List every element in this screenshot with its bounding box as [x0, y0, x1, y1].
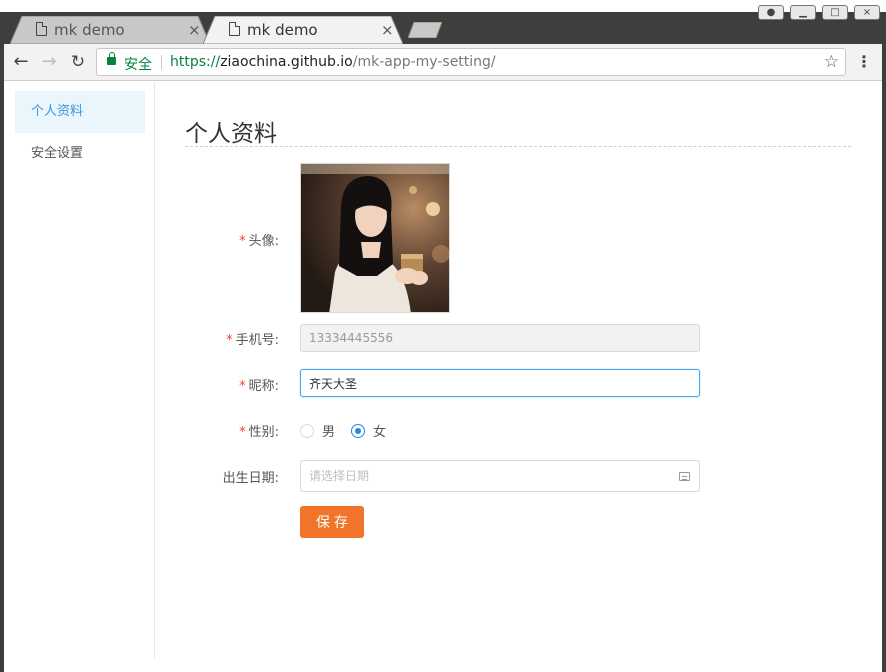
nickname-label-text: 昵称: — [248, 379, 279, 394]
gender-option-female[interactable]: 女 — [351, 421, 386, 440]
gender-option-male[interactable]: 男 — [300, 421, 335, 440]
phone-label-text: 手机号: — [235, 333, 279, 348]
forward-arrow-icon[interactable]: → — [38, 51, 60, 73]
avatar[interactable] — [300, 163, 450, 313]
reload-icon[interactable]: ↻ — [67, 51, 89, 73]
url-scheme: https:// — [170, 54, 221, 70]
browser-toolbar: ← → ↻ 安全 https://ziaochina.github.io/mk-… — [4, 44, 882, 81]
required-mark: * — [226, 333, 233, 348]
secure-label: 安全 — [124, 57, 152, 73]
page-icon — [229, 22, 240, 36]
profile-icon[interactable]: ● — [758, 5, 784, 20]
page-title: 个人资料 — [185, 121, 277, 147]
profile-form-area: 个人资料 * 头像: * 手机号: 13334445556 * 昵称: 齐天大圣… — [155, 82, 882, 658]
radio-button[interactable] — [351, 423, 366, 438]
close-tab-icon[interactable]: × — [381, 21, 394, 39]
calendar-icon[interactable] — [679, 472, 690, 481]
avatar-label-text: 头像: — [248, 234, 279, 249]
address-bar[interactable]: 安全 https://ziaochina.github.io/mk-app-my… — [96, 48, 846, 76]
url-host: ziaochina.github.io — [220, 54, 353, 70]
required-mark: * — [239, 425, 246, 440]
page-icon — [36, 22, 47, 36]
sidebar: 个人资料 安全设置 — [4, 82, 155, 658]
tab-title: mk demo — [247, 21, 318, 39]
required-mark: * — [239, 234, 246, 249]
radio-label: 女 — [373, 425, 387, 440]
new-tab-button[interactable] — [408, 22, 442, 38]
close-tab-icon[interactable]: × — [188, 21, 201, 39]
sidebar-item-security[interactable]: 安全设置 — [15, 133, 145, 175]
divider — [161, 55, 162, 70]
page-content: 个人资料 安全设置 个人资料 * 头像: * 手机号: 13334445556 … — [4, 82, 882, 658]
sidebar-item-profile[interactable]: 个人资料 — [15, 91, 145, 133]
browser-tab-active[interactable]: mk demo × — [203, 16, 403, 44]
url-path: /mk-app-my-setting/ — [352, 54, 496, 70]
close-window-icon[interactable]: × — [854, 5, 880, 20]
required-mark: * — [239, 379, 246, 394]
bookmark-star-icon[interactable]: ☆ — [824, 52, 839, 72]
radio-label: 男 — [322, 425, 336, 440]
avatar-label: * 头像: — [155, 230, 279, 249]
title-divider — [185, 146, 851, 147]
radio-button[interactable] — [300, 423, 314, 438]
nickname-label: * 昵称: — [155, 375, 279, 394]
gender-radio-group: 男 女 — [300, 421, 402, 440]
url-text[interactable]: https://ziaochina.github.io/mk-app-my-se… — [170, 54, 496, 70]
save-button[interactable]: 保存 — [300, 506, 364, 538]
birthday-date-picker[interactable] — [300, 460, 700, 492]
browser-tab-bar: mk demo × mk demo × ● ▁ □ × — [0, 0, 886, 44]
tab-title: mk demo — [54, 21, 125, 39]
window-title-strip — [0, 0, 886, 12]
bottom-margin — [4, 658, 882, 672]
gender-label: * 性别: — [155, 421, 279, 440]
gender-label-text: 性别: — [248, 425, 279, 440]
birthday-label: 出生日期: — [155, 467, 279, 486]
lock-icon — [107, 52, 116, 65]
back-arrow-icon[interactable]: ← — [10, 51, 32, 73]
window-controls: ● ▁ □ × — [758, 5, 880, 20]
birthday-label-text: 出生日期: — [222, 471, 279, 486]
browser-tab-inactive[interactable]: mk demo × — [10, 16, 210, 44]
minimize-icon[interactable]: ▁ — [790, 5, 816, 20]
browser-menu-icon[interactable]: ⋮ — [856, 52, 872, 71]
nickname-field[interactable] — [300, 369, 700, 397]
window-frame-right — [882, 44, 886, 672]
phone-field[interactable] — [300, 324, 700, 352]
phone-label: * 手机号: — [155, 329, 279, 348]
maximize-icon[interactable]: □ — [822, 5, 848, 20]
avatar-photo — [301, 164, 449, 312]
